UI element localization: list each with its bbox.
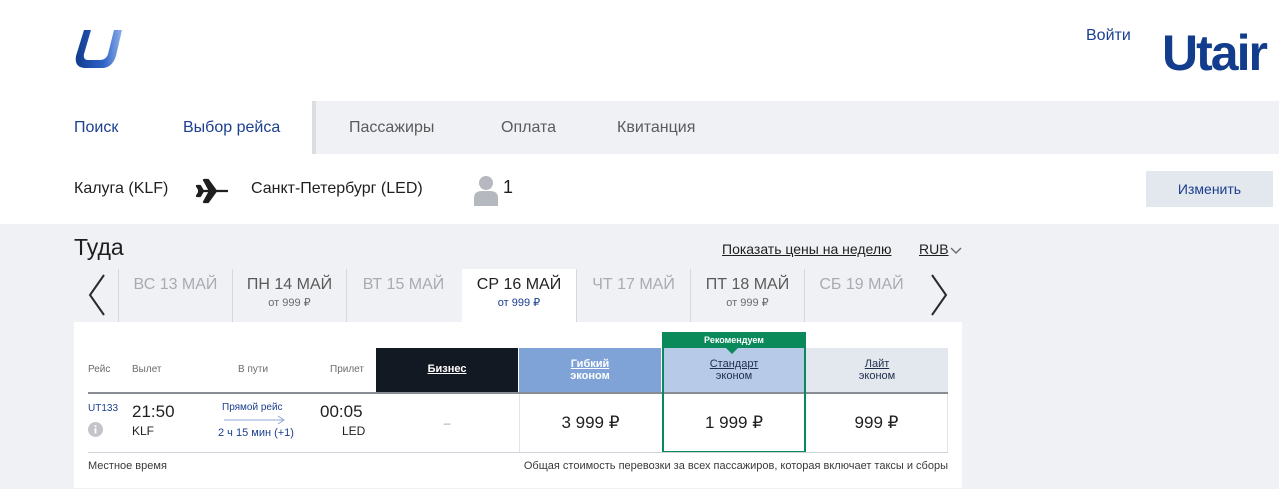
date-tab[interactable]: ПН 14 МАЙ от 999 ₽ (232, 269, 346, 322)
departure-time: 21:50 (132, 402, 175, 421)
flight-duration: 2 ч 15 мин (+1) (218, 427, 294, 439)
fare-header-business[interactable]: Бизнес (376, 348, 518, 392)
step-passengers: Пассажиры (349, 119, 435, 136)
col-duration: В пути (238, 364, 269, 375)
destination-city: Санкт-Петербург (LED) (251, 180, 423, 197)
header: Войти Utair (0, 0, 1279, 100)
info-icon[interactable] (88, 422, 103, 437)
date-tab: ВС 13 МАЙ (118, 269, 232, 322)
col-arrival: Прилет (330, 364, 364, 375)
brand-logo[interactable]: Utair (1162, 24, 1268, 82)
step-receipt: Квитанция (617, 119, 696, 136)
person-icon (474, 176, 498, 206)
login-link[interactable]: Войти (1086, 27, 1131, 45)
next-dates-arrow-icon[interactable] (918, 269, 962, 322)
chevron-down-icon[interactable] (949, 244, 963, 256)
week-prices-link[interactable]: Показать цены на неделю (722, 241, 892, 257)
recommended-frame (662, 332, 806, 453)
direction-title: Туда (74, 234, 124, 260)
date-strip: ВС 13 МАЙ ПН 14 МАЙ от 999 ₽ ВТ 15 МАЙ С… (74, 269, 962, 322)
change-search-button[interactable]: Изменить (1146, 171, 1273, 207)
arrival-code: LED (342, 424, 366, 438)
route-summary: Калуга (KLF) Санкт-Петербург (LED) 1 Изм… (0, 154, 1279, 224)
arrival-time: 00:05 (320, 402, 363, 421)
date-tab: ВТ 15 МАЙ (346, 269, 460, 322)
direct-flight-label: Прямой рейс (222, 402, 283, 413)
prev-dates-arrow-icon[interactable] (74, 269, 118, 322)
date-tab: СБ 19 МАЙ (804, 269, 918, 322)
total-cost-note: Общая стоимость перевозки за всех пассаж… (523, 460, 948, 472)
row-divider (88, 452, 948, 453)
currency-select[interactable]: RUB (919, 241, 949, 257)
date-tab: ЧТ 17 МАЙ (576, 269, 690, 322)
origin-city: Калуга (KLF) (74, 180, 169, 197)
plane-icon (196, 178, 228, 204)
outbound-section: Туда Показать цены на неделю RUB ВС 13 М… (0, 224, 1279, 489)
fare-header-lite[interactable]: Лайт эконом (806, 348, 948, 392)
passenger-count: 1 (503, 177, 514, 197)
fare-header-flex[interactable]: Гибкий эконом (519, 348, 661, 392)
route-arrow-icon (224, 415, 285, 424)
price-business: – (443, 416, 451, 430)
step-flight-select[interactable]: Выбор рейса (183, 119, 280, 137)
col-departure: Вылет (132, 364, 162, 375)
date-tab-selected[interactable]: СР 16 МАЙ от 999 ₽ (462, 269, 576, 322)
utair-logo-icon[interactable] (72, 26, 124, 72)
step-payment: Оплата (501, 119, 557, 136)
step-search[interactable]: Поиск (74, 119, 118, 137)
price-lite[interactable]: 999 ₽ (806, 394, 948, 452)
departure-code: KLF (132, 424, 155, 438)
local-time-note: Местное время (88, 460, 167, 472)
flights-panel: Рейс Вылет В пути Прилет Рекомендуем Биз… (74, 322, 962, 488)
col-flight: Рейс (88, 364, 111, 375)
booking-steps: Поиск Выбор рейса Пассажиры Оплата Квита… (0, 101, 1279, 154)
flight-number-link[interactable]: UT133 (88, 403, 118, 414)
price-flex[interactable]: 3 999 ₽ (519, 394, 661, 452)
date-tab[interactable]: ПТ 18 МАЙ от 999 ₽ (690, 269, 804, 322)
